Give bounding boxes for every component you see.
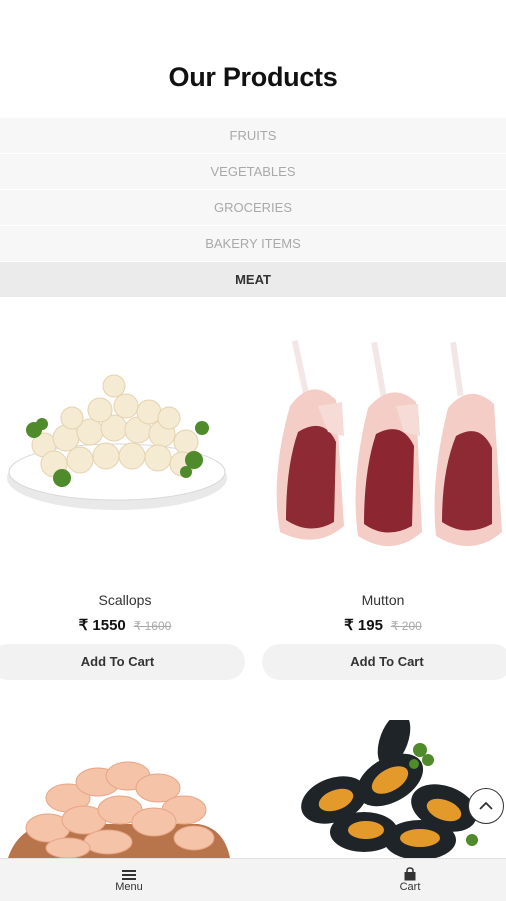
product-image-mussels[interactable] bbox=[294, 720, 490, 858]
product-card bbox=[260, 700, 506, 858]
add-to-cart-button[interactable]: Add To Cart bbox=[262, 644, 506, 680]
nav-menu-label: Menu bbox=[115, 881, 143, 893]
product-old-price: ₹ 1600 bbox=[133, 619, 172, 633]
scroll-to-top-button[interactable] bbox=[468, 788, 504, 824]
product-name: Mutton bbox=[361, 592, 405, 608]
chevron-up-icon bbox=[478, 801, 494, 811]
product-card: Scallops ₹ 1550 ₹ 1600 Add To Cart bbox=[0, 300, 250, 690]
category-fruits[interactable]: FRUITS bbox=[0, 118, 506, 154]
shopping-bag-icon bbox=[370, 863, 450, 881]
add-to-cart-button[interactable]: Add To Cart bbox=[0, 644, 245, 680]
price-row: ₹ 1550 ₹ 1600 bbox=[0, 616, 250, 634]
product-card bbox=[0, 700, 250, 858]
price-row: ₹ 195 ₹ 200 bbox=[260, 616, 506, 634]
product-image-mutton[interactable] bbox=[272, 336, 506, 560]
product-name: Scallops bbox=[98, 592, 152, 608]
nav-cart-label: Cart bbox=[399, 881, 421, 893]
page-title: Our Products bbox=[168, 62, 338, 92]
category-bakery-items[interactable]: BAKERY ITEMS bbox=[0, 226, 506, 262]
product-price: ₹ 1550 bbox=[78, 617, 126, 634]
product-image-scallops[interactable] bbox=[4, 360, 230, 520]
category-vegetables[interactable]: VEGETABLES bbox=[0, 154, 506, 190]
category-groceries[interactable]: GROCERIES bbox=[0, 190, 506, 226]
hamburger-icon bbox=[89, 863, 169, 881]
bottom-nav-bar: Menu Cart bbox=[0, 858, 506, 901]
product-price: ₹ 195 bbox=[344, 617, 383, 634]
product-card: Mutton ₹ 195 ₹ 200 Add To Cart bbox=[260, 300, 506, 690]
product-image-shrimp[interactable] bbox=[8, 758, 230, 858]
product-old-price: ₹ 200 bbox=[390, 619, 422, 633]
nav-menu[interactable]: Menu bbox=[89, 863, 169, 893]
category-meat[interactable]: MEAT bbox=[0, 262, 506, 298]
nav-cart[interactable]: Cart bbox=[370, 863, 450, 893]
category-list: FRUITS VEGETABLES GROCERIES BAKERY ITEMS… bbox=[0, 118, 506, 298]
